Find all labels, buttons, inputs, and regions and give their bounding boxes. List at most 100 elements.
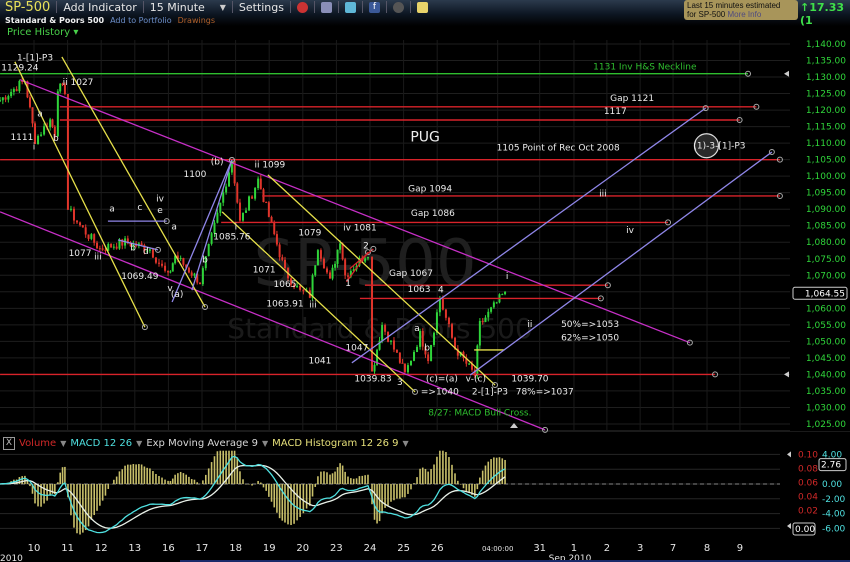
- annotation-label: 2: [363, 242, 369, 252]
- annotation-label: 1079: [298, 229, 321, 239]
- candle-body: [346, 275, 349, 277]
- price-tick-label: 1,060.00: [806, 304, 846, 314]
- candle-body: [403, 363, 406, 373]
- candle-body: [254, 188, 257, 199]
- candle-body: [406, 365, 409, 373]
- candle-body: [228, 172, 231, 187]
- candle-body: [468, 363, 471, 365]
- candle-body: [381, 325, 384, 341]
- candle-body: [270, 216, 273, 223]
- candle-body: [201, 268, 204, 285]
- candle-body: [210, 233, 213, 244]
- candle-body: [450, 324, 453, 338]
- marker-arrow-icon: [787, 523, 791, 529]
- candle-body: [401, 362, 404, 364]
- annotation-label: 1063.91: [266, 300, 303, 310]
- candle-body: [59, 83, 62, 92]
- candle-body: [267, 202, 270, 217]
- price-tick-label: 1,050.00: [806, 337, 846, 347]
- volume-last-label: 0.00: [795, 525, 815, 535]
- candle-body: [15, 89, 18, 92]
- candle-body: [110, 243, 113, 248]
- close-panel-button[interactable]: X: [3, 437, 15, 450]
- annotation-label: ii 1027: [63, 78, 94, 88]
- date-axis-year: 2010: [0, 554, 23, 562]
- candle-body: [222, 192, 225, 203]
- legend-macd[interactable]: MACD 12 26: [70, 438, 132, 449]
- legend-volume[interactable]: Volume: [19, 438, 56, 449]
- candle-body: [96, 242, 99, 249]
- macd-tick-label: -2.00: [822, 495, 846, 505]
- estimate-tooltip: Last 15 minutes estimated for SP-500 Mor…: [684, 0, 798, 20]
- trendline: [117, 239, 159, 251]
- candle-body: [275, 234, 278, 245]
- chevron-down-icon[interactable]: ▼: [403, 439, 409, 448]
- date-tick-label: 23: [330, 543, 343, 554]
- candle-body: [171, 263, 174, 272]
- candle-body: [104, 249, 107, 251]
- annotation-label: 1100: [183, 170, 206, 180]
- volume-tick-label: 0.06: [798, 478, 818, 488]
- annotation-label: 50%=>1053: [561, 320, 619, 330]
- candle-body: [416, 346, 419, 353]
- price-tick-label: 1,140.00: [806, 40, 846, 50]
- candle-body: [164, 265, 167, 271]
- last-price-label: 1,064.55: [805, 289, 845, 299]
- candle-body: [322, 258, 325, 269]
- up-arrow-icon: ↑: [800, 1, 810, 14]
- more-info-link[interactable]: More Info: [727, 10, 761, 19]
- legend-histogram[interactable]: MACD Histogram 12 26 9: [272, 438, 398, 449]
- price-history-dropdown[interactable]: Price History ▾: [7, 27, 78, 38]
- candle-body: [447, 317, 450, 325]
- annotation-label: 1041: [308, 356, 331, 366]
- annotation-label: 1129.24: [1, 63, 38, 73]
- candle-body: [265, 202, 268, 204]
- candle-body: [90, 234, 93, 239]
- candle-body: [81, 225, 84, 228]
- candle-body: [72, 208, 75, 221]
- candle-body: [182, 257, 185, 265]
- candle-body: [198, 282, 201, 285]
- price-tick-label: 1,080.00: [806, 238, 846, 248]
- annotation-label: a: [37, 110, 43, 120]
- annotation-label: i: [33, 143, 36, 153]
- candle-body: [490, 307, 493, 312]
- candle-body: [427, 354, 430, 361]
- annotation-label: 62%=>1050: [561, 334, 619, 344]
- candle-body: [140, 243, 143, 246]
- legend-ema[interactable]: Exp Moving Average 9: [146, 438, 258, 449]
- chevron-down-icon[interactable]: ▼: [60, 439, 66, 448]
- candle-body: [366, 257, 369, 259]
- candle-body: [487, 311, 490, 318]
- candle-body: [392, 340, 395, 350]
- candle-body: [179, 257, 182, 259]
- candle-body: [18, 80, 21, 92]
- annotation-label: (b): [211, 158, 224, 168]
- annotation-label: (a): [171, 290, 184, 300]
- candle-body: [40, 134, 43, 136]
- annotation-label: 78%=>1037: [516, 388, 574, 398]
- candle-body: [504, 291, 507, 295]
- candle-body: [248, 196, 251, 211]
- price-tick-label: 1,125.00: [806, 90, 846, 100]
- candle-body: [435, 312, 438, 333]
- annotation-label: iv: [626, 226, 635, 236]
- chevron-down-icon[interactable]: ▼: [262, 439, 268, 448]
- candle-body: [241, 212, 244, 221]
- price-tick-label: 1,075.00: [806, 255, 846, 265]
- annotation-label: Gap 1121: [610, 94, 654, 104]
- signal-line: [0, 464, 506, 529]
- candle-body: [259, 178, 262, 190]
- price-chart[interactable]: SP-500Standard & Poors 5001-[1]-P31129.2…: [0, 0, 850, 562]
- chevron-down-icon[interactable]: ▼: [136, 439, 142, 448]
- price-tick-label: 1,110.00: [806, 139, 846, 149]
- candle-body: [390, 340, 392, 342]
- candle-body: [398, 352, 401, 363]
- volume-tick-label: 0.04: [798, 492, 818, 502]
- candle-body: [79, 222, 82, 226]
- price-tick-label: 1,045.00: [806, 354, 846, 364]
- price-tick-label: 1,105.00: [806, 156, 846, 166]
- candle-body: [409, 360, 412, 366]
- candle-body: [12, 89, 15, 92]
- indicator-legend: X Volume ▼ MACD 12 26 ▼ Exp Moving Average…: [3, 437, 409, 450]
